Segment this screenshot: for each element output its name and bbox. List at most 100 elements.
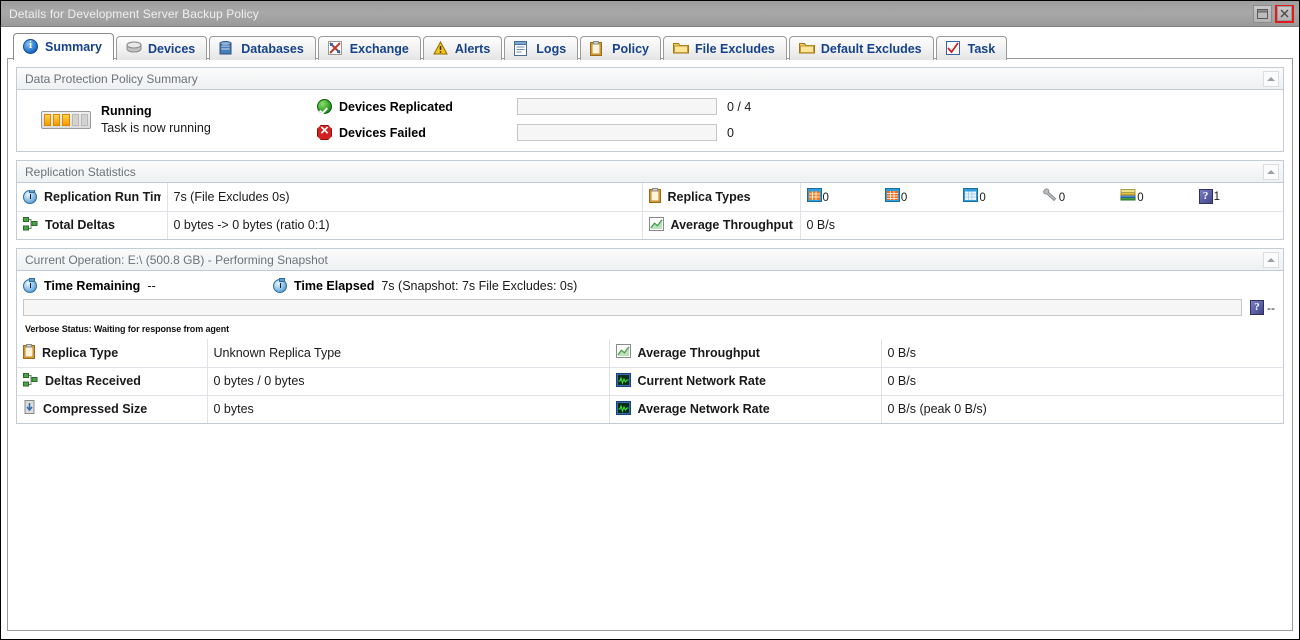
cell-deltas-received-label: Deltas Received <box>17 367 208 396</box>
tab-devices[interactable]: Devices <box>115 36 208 60</box>
info-icon <box>23 39 39 55</box>
red-x-icon <box>317 125 332 140</box>
deltas-icon <box>23 216 38 234</box>
disk-icon <box>126 41 142 57</box>
cell-average-network-rate-label: Average Network Rate <box>609 395 882 423</box>
tab-alerts[interactable]: Alerts <box>422 36 503 60</box>
cell-total-deltas-label: Total Deltas <box>17 211 168 239</box>
metric-label-text: Devices Failed <box>339 125 426 140</box>
replica-chip: 0 <box>963 188 1041 205</box>
cell-average-throughput-label: Average Throughput <box>609 339 882 368</box>
tab-label: Alerts <box>454 41 491 56</box>
operation-progress-tail: -- <box>1250 300 1283 315</box>
devices-failed-value: 0 <box>727 125 734 140</box>
running-progress-icon <box>41 110 91 129</box>
tab-file-excludes[interactable]: File Excludes <box>662 36 787 60</box>
cell-average-throughput-value: 0 B/s <box>881 339 1283 368</box>
clipboard-icon <box>590 40 606 57</box>
cell-replica-type-value: Unknown Replica Type <box>207 339 610 368</box>
warning-triangle-icon <box>433 40 449 57</box>
label-text: Deltas Received <box>45 374 141 388</box>
panel-title: Replication Statistics <box>25 164 136 179</box>
stack-icon <box>1120 188 1136 205</box>
database-icon <box>219 40 235 57</box>
logs-icon <box>514 40 530 57</box>
compress-icon <box>23 400 36 418</box>
label-text: Average Throughput <box>670 218 793 233</box>
label-text: Total Deltas <box>45 218 115 233</box>
collapse-toggle-button[interactable] <box>1263 163 1279 180</box>
chevron-up-icon <box>1267 169 1275 174</box>
panel-body: Replication Run Time 7s (File Excludes 0… <box>17 183 1283 239</box>
panel-header: Data Protection Policy Summary <box>17 68 1283 90</box>
tab-policy[interactable]: Policy <box>580 36 661 60</box>
panel-current-operation: Current Operation: E:\ (500.8 GB) - Perf… <box>16 248 1284 424</box>
close-window-button[interactable] <box>1275 4 1294 23</box>
panel-title: Current Operation: E:\ (500.8 GB) - Perf… <box>25 252 328 267</box>
tab-task[interactable]: Task <box>935 36 1008 60</box>
deltas-icon <box>23 372 38 390</box>
chevron-up-icon <box>1267 257 1275 262</box>
tabstrip: Summary Devices <box>7 31 1293 60</box>
table-row: Compressed Size 0 bytes Average Network … <box>17 395 1283 423</box>
summary-tab-content: Data Protection Policy Summary Running T… <box>7 58 1293 631</box>
operation-progress-row: -- <box>17 299 1283 320</box>
replica-type-chips: 0 0 0 0 0 ? 1 <box>806 188 1278 205</box>
operation-detail-grid: Replica Type Unknown Replica Type Averag… <box>17 339 1283 423</box>
tab-exchange[interactable]: Exchange <box>317 36 421 60</box>
metric-devices-replicated: Devices Replicated 0 / 4 <box>317 98 1283 115</box>
time-remaining-label: Time Remaining <box>44 279 141 293</box>
verbose-status: Verbose Status: Waiting for response fro… <box>25 324 230 334</box>
chevron-up-icon <box>1267 76 1275 81</box>
stopwatch-icon <box>23 278 37 293</box>
chip-count: 0 <box>900 191 908 204</box>
network-icon <box>615 400 631 418</box>
label-text: Current Network Rate <box>637 374 767 388</box>
replica-chip: 0 <box>1120 188 1198 205</box>
table-row: Deltas Received 0 bytes / 0 bytes Curren… <box>17 367 1283 396</box>
cell-compressed-size-label: Compressed Size <box>17 395 208 423</box>
panel-header: Current Operation: E:\ (500.8 GB) - Perf… <box>17 249 1283 271</box>
stopwatch-icon <box>23 189 37 204</box>
cell-average-network-rate-value: 0 B/s (peak 0 B/s) <box>887 402 987 417</box>
tab-label: Policy <box>612 41 649 56</box>
tab-label: Task <box>967 41 996 56</box>
window-controls <box>1253 4 1297 23</box>
time-remaining-value: -- <box>147 279 156 293</box>
cell-replica-type-label: Replica Type <box>17 339 208 368</box>
tab-default-excludes[interactable]: Default Excludes <box>788 36 934 60</box>
folder-icon <box>798 41 815 57</box>
cell-replica-types-value: 0 0 0 0 0 ? 1 <box>800 183 1283 212</box>
replication-stats-grid: Replication Run Time 7s (File Excludes 0… <box>17 183 1283 239</box>
collapse-toggle-button[interactable] <box>1263 70 1279 87</box>
chip-count: 0 <box>822 191 829 204</box>
devices-replicated-value: 0 / 4 <box>727 99 752 114</box>
wrench-icon <box>1042 188 1058 205</box>
spreadsheet-plain-icon <box>963 188 979 205</box>
collapse-toggle-button[interactable] <box>1263 251 1279 268</box>
folder-icon <box>672 41 689 57</box>
replica-chip: 1 <box>1198 189 1277 205</box>
restore-window-button[interactable] <box>1253 4 1272 23</box>
tab-label: Default Excludes <box>820 41 922 56</box>
details-window: Details for Development Server Backup Po… <box>0 0 1300 640</box>
tab-label: Devices <box>147 41 196 56</box>
operation-progressbar <box>23 299 1242 316</box>
spreadsheet-blue-icon <box>806 188 822 205</box>
task-checkbox-icon <box>945 40 962 57</box>
cell-current-network-rate-label: Current Network Rate <box>609 367 882 396</box>
table-row: Replica Type Unknown Replica Type Averag… <box>17 339 1283 368</box>
table-row: Replication Run Time 7s (File Excludes 0… <box>17 183 1283 212</box>
status-description: Task is now running <box>101 120 211 135</box>
tab-databases[interactable]: Databases <box>209 36 316 60</box>
label-text: Replica Types <box>667 189 751 204</box>
spreadsheet-orange-icon <box>884 188 900 205</box>
tab-summary[interactable]: Summary <box>13 33 114 60</box>
tab-logs[interactable]: Logs <box>504 36 579 60</box>
chip-count: 1 <box>1213 190 1221 203</box>
time-remaining-block: Time Remaining -- <box>23 278 273 293</box>
tab-label: Databases <box>241 41 304 56</box>
close-icon <box>1277 6 1292 21</box>
chart-icon <box>615 344 631 361</box>
time-elapsed-value: 7s (Snapshot: 7s File Excludes: 0s) <box>381 279 578 293</box>
